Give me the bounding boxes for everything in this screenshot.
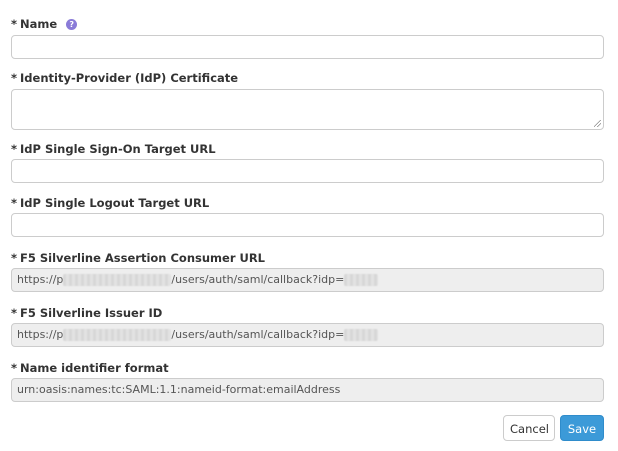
logout-url-label: * IdP Single Logout Target URL: [11, 195, 604, 211]
name-id-format-label-text: Name identifier format: [20, 361, 169, 375]
cancel-button[interactable]: Cancel: [503, 415, 555, 441]
redacted-block: [344, 274, 379, 286]
required-marker: *: [11, 142, 18, 156]
name-id-format-field-group: * Name identifier format urn:oasis:names…: [11, 360, 604, 402]
required-marker: *: [11, 306, 18, 320]
sso-url-label: * IdP Single Sign-On Target URL: [11, 141, 604, 157]
certificate-label-text: Identity-Provider (IdP) Certificate: [20, 71, 239, 85]
issuer-id-path: /users/auth/saml/callback?idp=: [171, 328, 345, 341]
required-marker: *: [11, 361, 18, 375]
logout-url-input[interactable]: [11, 213, 604, 237]
name-label-text: Name: [20, 17, 58, 31]
acs-url-field-group: * F5 Silverline Assertion Consumer URL h…: [11, 250, 604, 292]
question-circle-icon[interactable]: ?: [66, 18, 78, 30]
logout-url-label-text: IdP Single Logout Target URL: [20, 196, 210, 210]
sso-url-input[interactable]: [11, 159, 604, 183]
issuer-id-readonly-field[interactable]: https://p /users/auth/saml/callback?idp=: [11, 323, 604, 347]
redacted-block: [63, 329, 172, 341]
acs-url-path: /users/auth/saml/callback?idp=: [171, 273, 345, 286]
required-marker: *: [11, 71, 18, 85]
redacted-block: [344, 329, 379, 341]
certificate-label: * Identity-Provider (IdP) Certificate: [11, 70, 604, 86]
name-input[interactable]: [11, 35, 604, 59]
issuer-id-label-text: F5 Silverline Issuer ID: [20, 306, 163, 320]
issuer-id-label: * F5 Silverline Issuer ID: [11, 305, 604, 321]
name-id-format-readonly-field[interactable]: urn:oasis:names:tc:SAML:1.1:nameid-forma…: [11, 378, 604, 402]
certificate-field-group: * Identity-Provider (IdP) Certificate: [11, 70, 604, 130]
required-marker: *: [11, 17, 18, 31]
sso-url-field-group: * IdP Single Sign-On Target URL: [11, 141, 604, 183]
name-id-format-value: urn:oasis:names:tc:SAML:1.1:nameid-forma…: [17, 383, 341, 396]
issuer-id-field-group: * F5 Silverline Issuer ID https://p /use…: [11, 305, 604, 347]
name-label: * Name ?: [11, 16, 604, 32]
acs-url-readonly-field[interactable]: https://p /users/auth/saml/callback?idp=: [11, 268, 604, 292]
required-marker: *: [11, 196, 18, 210]
name-id-format-label: * Name identifier format: [11, 360, 604, 376]
acs-url-prefix: https://p: [17, 273, 64, 286]
required-marker: *: [11, 251, 18, 265]
issuer-id-prefix: https://p: [17, 328, 64, 341]
resize-grip-icon[interactable]: [594, 120, 601, 127]
acs-url-label: * F5 Silverline Assertion Consumer URL: [11, 250, 604, 266]
save-button[interactable]: Save: [560, 415, 604, 441]
name-field-group: * Name ?: [11, 16, 604, 59]
sso-url-label-text: IdP Single Sign-On Target URL: [20, 142, 216, 156]
logout-url-field-group: * IdP Single Logout Target URL: [11, 195, 604, 237]
redacted-block: [63, 274, 172, 286]
certificate-textarea[interactable]: [11, 89, 604, 130]
acs-url-label-text: F5 Silverline Assertion Consumer URL: [20, 251, 266, 265]
